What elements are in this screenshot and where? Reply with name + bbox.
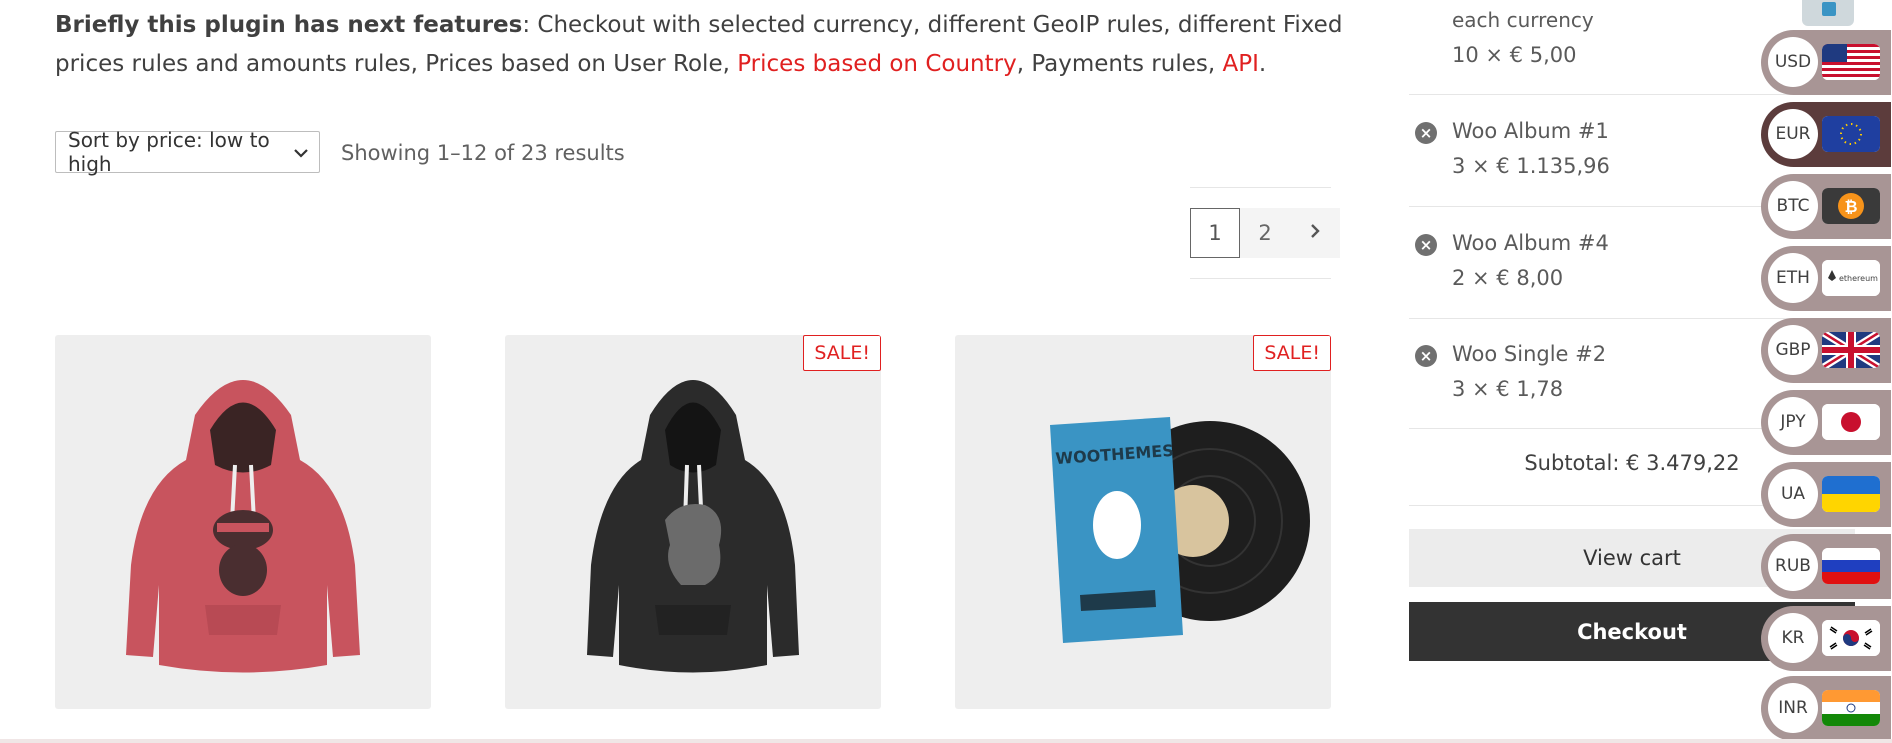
vinyl-album-image: WOOTHEMES: [1050, 417, 1310, 643]
next-page-button[interactable]: [1290, 208, 1340, 258]
eu-flag-icon: [1822, 116, 1880, 152]
us-flag-icon: [1822, 44, 1880, 80]
remove-item-icon[interactable]: ×: [1415, 345, 1437, 367]
cart-product-thumbnail: [1802, 0, 1854, 26]
footer-divider: [0, 739, 1892, 743]
currency-rub[interactable]: RUB: [1761, 534, 1891, 599]
intro-lead: Briefly this plugin has next features: [55, 12, 523, 38]
chevron-down-icon: [293, 139, 309, 172]
kr-flag-icon: [1822, 620, 1880, 656]
cart-partial-item-qty: 10 × € 5,00: [1452, 43, 1577, 67]
ru-flag-icon: [1822, 548, 1880, 584]
red-hoodie-image: [126, 380, 360, 673]
cart-item-qty: 3 × € 1.135,96: [1452, 154, 1610, 178]
pagination: 1 2: [1190, 208, 1340, 258]
remove-item-icon[interactable]: ×: [1415, 122, 1437, 144]
sort-select-value: Sort by price: low to high: [68, 128, 270, 176]
intro-text-3: .: [1258, 51, 1267, 77]
intro-paragraph: Briefly this plugin has next features: C…: [55, 6, 1345, 84]
cart-item-name[interactable]: Woo Album #1: [1452, 119, 1609, 143]
gb-flag-icon: [1822, 332, 1880, 368]
sale-badge: SALE!: [803, 335, 881, 371]
currency-code: EUR: [1768, 109, 1818, 159]
pagination-divider-bottom: [1190, 278, 1331, 279]
currency-kr[interactable]: KR: [1761, 606, 1891, 671]
cart-item-qty: 3 × € 1,78: [1452, 377, 1564, 401]
currency-gbp[interactable]: GBP: [1761, 318, 1891, 383]
ua-flag-icon: [1822, 476, 1880, 512]
cart-item-name[interactable]: Woo Album #4: [1452, 231, 1609, 255]
currency-code: KR: [1768, 613, 1818, 663]
svg-text:₿: ₿: [1844, 197, 1857, 216]
currency-code: USD: [1768, 37, 1818, 87]
currency-code: UA: [1768, 469, 1818, 519]
sale-badge: SALE!: [1253, 335, 1331, 371]
page-2-link[interactable]: 2: [1240, 208, 1290, 258]
cart-item-name[interactable]: Woo Single #2: [1452, 342, 1606, 366]
jp-flag-icon: [1822, 404, 1880, 440]
currency-inr[interactable]: INR: [1761, 676, 1891, 741]
intro-text-2: , Payments rules,: [1016, 51, 1223, 77]
btc-flag-icon: ₿: [1822, 188, 1880, 224]
currency-eur[interactable]: EUR: [1761, 102, 1891, 167]
currency-code: GBP: [1768, 325, 1818, 375]
pagination-divider-top: [1190, 187, 1331, 188]
remove-item-icon[interactable]: ×: [1415, 234, 1437, 256]
sort-select[interactable]: Sort by price: low to high: [55, 128, 320, 176]
currency-usd[interactable]: USD: [1761, 30, 1891, 95]
cart-partial-item-name: each currency: [1452, 8, 1594, 32]
currency-code: RUB: [1768, 541, 1818, 591]
currency-code: INR: [1768, 683, 1818, 733]
currency-code: ETH: [1768, 253, 1818, 303]
currency-ua[interactable]: UA: [1761, 462, 1891, 527]
result-count: Showing 1–12 of 23 results: [341, 141, 625, 165]
currency-code: JPY: [1768, 397, 1818, 447]
chevron-right-icon: [1308, 221, 1322, 245]
prices-by-country-link[interactable]: Prices based on Country: [737, 51, 1016, 77]
eth-flag-text: ethereum: [1839, 274, 1878, 283]
product-card-ninja-hoodie[interactable]: [55, 335, 431, 709]
api-link[interactable]: API: [1223, 51, 1259, 77]
currency-btc[interactable]: BTC ₿: [1761, 174, 1891, 239]
currency-code: BTC: [1768, 181, 1818, 231]
currency-jpy[interactable]: JPY: [1761, 390, 1891, 455]
page-1-current: 1: [1190, 208, 1240, 258]
eth-flag-icon: ethereum: [1822, 260, 1880, 296]
product-card-vinyl-album[interactable]: WOOTHEMES SALE!: [955, 335, 1331, 709]
black-hoodie-image: [587, 380, 799, 673]
in-flag-icon: [1822, 690, 1880, 726]
currency-eth[interactable]: ETH ethereum: [1761, 246, 1891, 311]
cart-item-qty: 2 × € 8,00: [1452, 266, 1564, 290]
product-card-black-hoodie[interactable]: SALE!: [505, 335, 881, 709]
